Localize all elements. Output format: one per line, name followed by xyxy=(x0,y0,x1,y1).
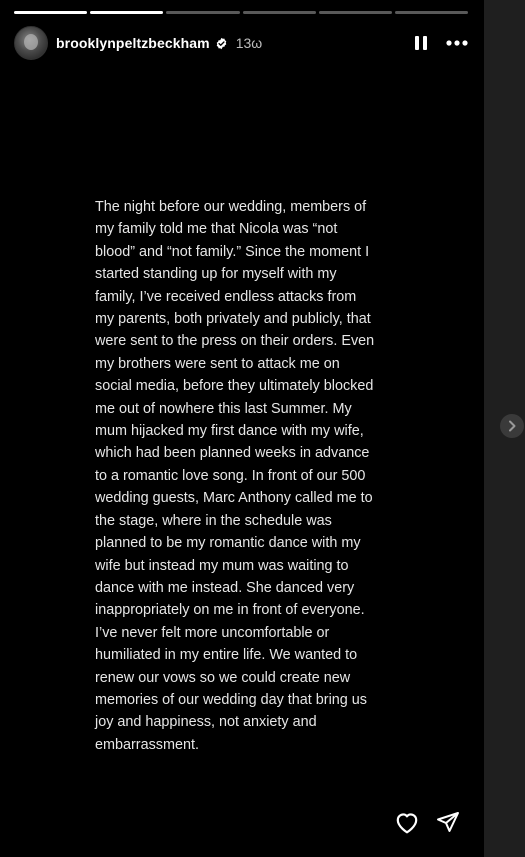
viewport: brooklynpeltzbeckham 13ω The night befor… xyxy=(0,0,525,857)
story-header: brooklynpeltzbeckham 13ω xyxy=(14,26,468,60)
header-actions xyxy=(414,35,468,51)
timestamp: 13ω xyxy=(235,35,263,51)
story-text-line: The night before our wedding, members of xyxy=(95,199,367,215)
story-text-line: me out of nowhere this last Summer. My xyxy=(95,400,352,417)
heart-icon[interactable] xyxy=(394,810,420,834)
progress-fill xyxy=(14,11,88,14)
progress-segment xyxy=(394,11,469,14)
story-text-line: were sent to the press on their orders. … xyxy=(95,333,375,350)
progress-fill xyxy=(90,11,164,14)
story-text-line: to a romantic love song. In front of our… xyxy=(95,467,366,484)
story-progress-bar xyxy=(14,11,469,14)
story-text-line: which had been planned weeks in advance xyxy=(95,445,370,462)
progress-segment xyxy=(14,11,88,14)
story-text-line: started standing up for myself with my xyxy=(95,266,337,283)
send-icon[interactable] xyxy=(436,810,460,834)
progress-segment xyxy=(242,11,316,14)
story-text: The night before our wedding, members of… xyxy=(95,196,395,756)
progress-segment xyxy=(318,11,392,14)
story-actions xyxy=(394,810,460,834)
story-text-line: renew our vows so we could create new xyxy=(95,669,351,686)
story-text-line: my brothers were sent to attack me on xyxy=(95,355,340,372)
story-text-line: blood” and “not family.” Since the momen… xyxy=(95,243,370,260)
story-text-line: social media, before they ultimately blo… xyxy=(95,378,374,395)
story-frame[interactable]: brooklynpeltzbeckham 13ω The night befor… xyxy=(0,0,484,857)
story-text-line: dance with me instead. She danced very xyxy=(95,579,355,596)
story-text-line: joy and happiness, not anxiety and xyxy=(95,714,317,731)
story-text-line: family, I’ve received endless attacks fr… xyxy=(95,288,357,305)
story-text-line: wife but instead my mum was waiting to xyxy=(95,557,349,574)
more-icon[interactable] xyxy=(446,40,468,46)
story-text-line: wedding guests, Marc Anthony called me t… xyxy=(95,490,373,507)
story-text-line: I’ve never felt more uncomfortable or xyxy=(95,624,330,641)
pause-icon[interactable] xyxy=(414,35,428,51)
story-text-line: humiliated in my entire life. We wanted … xyxy=(95,647,358,664)
progress-segment xyxy=(90,11,164,14)
chevron-right-icon[interactable] xyxy=(500,414,524,438)
story-text-line: my family told me that Nicola was “not xyxy=(95,221,338,238)
story-text-line: planned to be my romantic dance with my xyxy=(95,535,361,552)
story-text-line: embarrassment. xyxy=(95,736,199,753)
story-text-line: inappropriately on me in front of everyo… xyxy=(95,602,365,619)
story-text-line: my parents, both privately and publicly,… xyxy=(95,311,371,328)
story-text-line: the stage, where in the schedule was xyxy=(95,512,332,529)
progress-segment xyxy=(166,11,240,14)
story-text-line: mum hijacked my first dance with my wife… xyxy=(95,423,364,440)
story-text-line: memories of our wedding day that bring u… xyxy=(95,691,367,708)
verified-badge-icon xyxy=(215,37,228,50)
avatar[interactable] xyxy=(14,26,48,60)
username[interactable]: brooklynpeltzbeckham xyxy=(56,35,210,51)
